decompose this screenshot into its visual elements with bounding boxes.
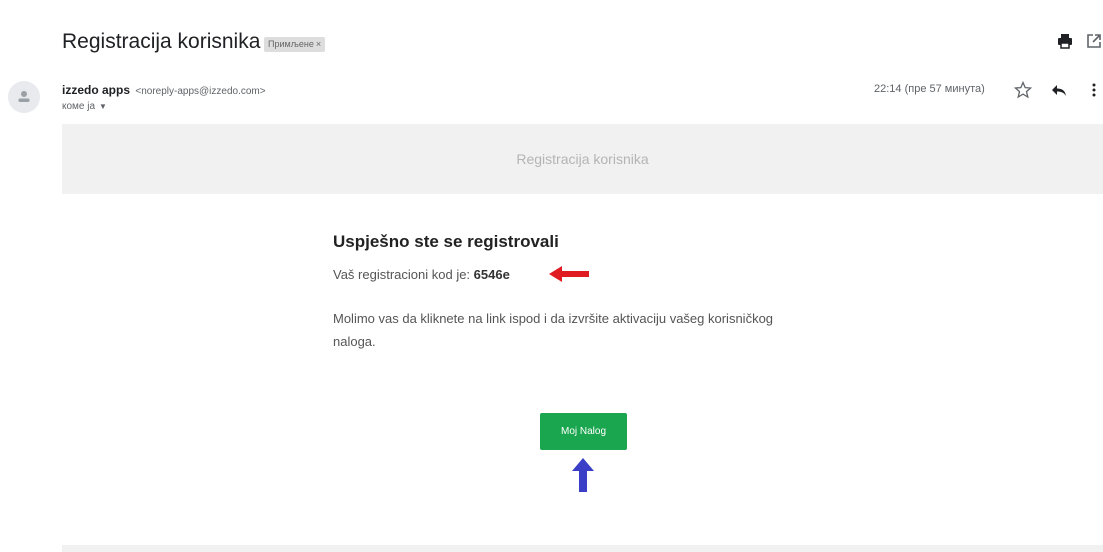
- sender-name[interactable]: izzedo apps: [62, 83, 130, 97]
- activation-instructions: Molimo vas da kliknete na link ispod i d…: [333, 311, 774, 349]
- more-vertical-icon[interactable]: [1089, 81, 1103, 99]
- message-timestamp: 22:14 (пре 57 минута): [874, 83, 985, 95]
- sender-info: izzedo apps <noreply-apps@izzedo.com>: [62, 83, 266, 97]
- my-account-button[interactable]: Moj Nalog: [540, 413, 627, 450]
- blue-arrow-icon: [572, 458, 594, 492]
- chevron-down-icon[interactable]: ▼: [99, 102, 107, 111]
- recipient-text: коме ја: [62, 101, 96, 112]
- star-icon[interactable]: [1013, 80, 1033, 99]
- print-icon[interactable]: [1056, 32, 1074, 50]
- email-banner: Registracija korisnika: [62, 124, 1103, 194]
- avatar[interactable]: [8, 81, 40, 113]
- sender-email: <noreply-apps@izzedo.com>: [135, 86, 266, 97]
- registration-code: 6546e: [473, 267, 510, 282]
- red-arrow-icon: [549, 266, 589, 282]
- open-in-new-window-icon[interactable]: [1085, 32, 1103, 50]
- reply-icon[interactable]: [1050, 81, 1068, 99]
- inbox-label-chip[interactable]: Примљене ×: [264, 37, 326, 52]
- recipient-details[interactable]: коме ја ▼: [62, 101, 107, 112]
- registration-code-label: Vaš registracioni kod je:: [333, 267, 471, 282]
- email-subject: Registracija korisnika: [62, 30, 261, 53]
- inbox-label-text: Примљене: [268, 39, 314, 49]
- registration-code-line: Vaš registracioni kod je: 6546e: [333, 267, 510, 282]
- banner-title: Registracija korisnika: [516, 151, 649, 167]
- remove-label-icon[interactable]: ×: [316, 39, 321, 49]
- person-avatar-icon: [18, 91, 30, 102]
- email-heading: Uspješno ste se registrovali: [333, 232, 559, 251]
- footer-divider: [62, 545, 1103, 552]
